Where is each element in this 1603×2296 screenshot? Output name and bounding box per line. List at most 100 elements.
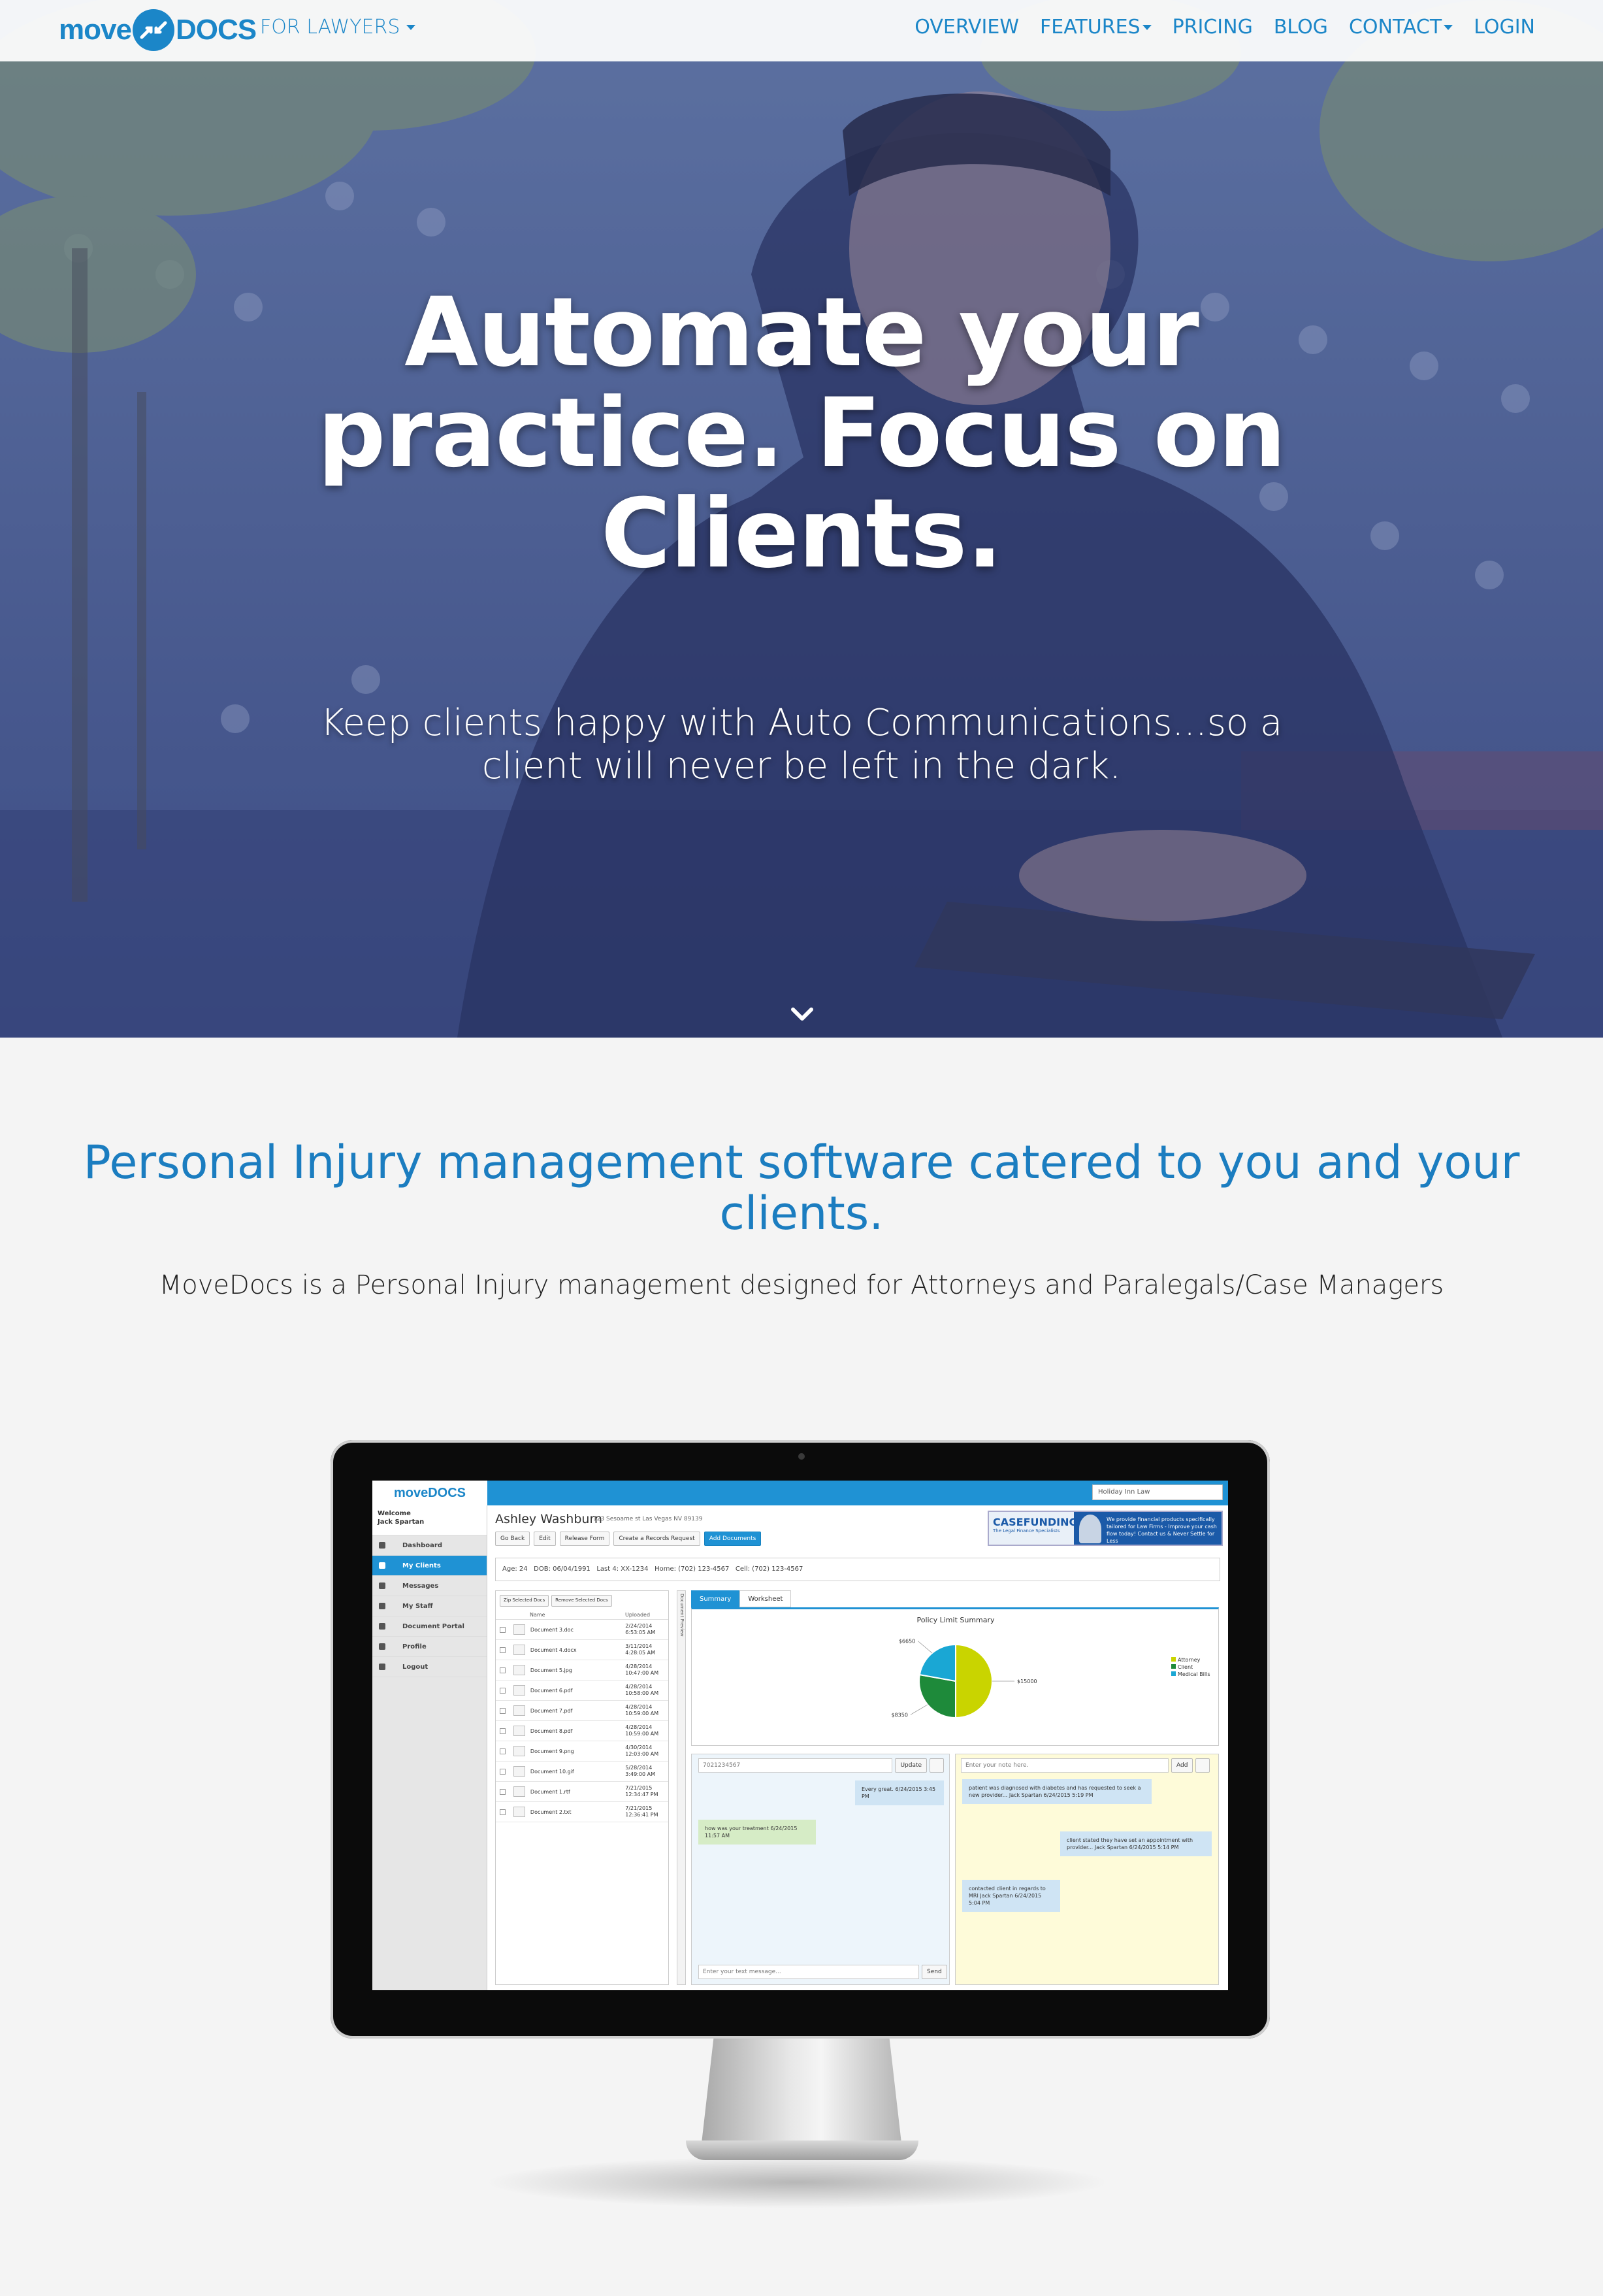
sidebar-item-document-portal[interactable]: Document Portal (372, 1616, 487, 1637)
document-date: 4/28/2014 10:59:00 AM (625, 1704, 659, 1716)
table-row[interactable]: Document 10.gif 5/28/2014 3:49:00 AM (496, 1762, 668, 1782)
document-name[interactable]: Document 8.pdf (530, 1728, 625, 1734)
pie-slice[interactable] (918, 1673, 956, 1719)
hero-subtitle-line: client will never be left in the dark. (481, 745, 1122, 787)
search-icon[interactable] (513, 1624, 525, 1635)
document-name[interactable]: Document 3.doc (530, 1627, 625, 1633)
firm-select[interactable]: Holiday Inn Law (1092, 1484, 1223, 1500)
tab-worksheet[interactable]: Worksheet (739, 1590, 792, 1607)
release-form-button[interactable]: Release Form (559, 1532, 610, 1546)
legend-swatch (1171, 1657, 1176, 1662)
document-name[interactable]: Document 5.jpg (530, 1667, 625, 1673)
client-address: 123 Sesoame st Las Vegas NV 89139 (593, 1516, 703, 1522)
chat-input[interactable]: Enter your text message... (698, 1965, 919, 1979)
app-logo[interactable]: moveDOCS (372, 1481, 487, 1505)
table-row[interactable]: Document 6.pdf 4/28/2014 10:58:00 AM (496, 1681, 668, 1701)
sidebar-item-messages[interactable]: Messages (372, 1576, 487, 1596)
row-checkbox[interactable] (500, 1626, 506, 1633)
search-icon[interactable] (513, 1786, 525, 1797)
document-name[interactable]: Document 7.pdf (530, 1708, 625, 1714)
document-name[interactable]: Document 6.pdf (530, 1688, 625, 1694)
client-name: Ashley Washburn (495, 1512, 602, 1526)
pie-label: $6650 (899, 1639, 915, 1645)
refresh-icon[interactable] (930, 1758, 944, 1773)
pie-slice[interactable] (918, 1643, 956, 1682)
table-row[interactable]: Document 9.png 4/30/2014 12:03:00 AM (496, 1741, 668, 1762)
document-name[interactable]: Document 1.rtf (530, 1789, 625, 1795)
sidebar-item-logout[interactable]: Logout (372, 1657, 487, 1677)
logo[interactable]: move DOCS (59, 7, 257, 54)
table-row[interactable]: Document 4.docx 3/11/2014 4:28:05 AM (496, 1640, 668, 1660)
document-preview-handle[interactable]: Document Preview (677, 1590, 686, 1985)
table-row[interactable]: Document 5.jpg 4/28/2014 10:47:00 AM (496, 1660, 668, 1681)
document-name[interactable]: Document 10.gif (530, 1769, 625, 1775)
search-icon[interactable] (513, 1766, 525, 1777)
search-icon[interactable] (513, 1685, 525, 1696)
chat-bubble-incoming: Every great. 6/24/2015 3:45 PM (855, 1780, 944, 1805)
nav-label: PRICING (1172, 16, 1253, 39)
documents-actions: Zip Selected Docs Remove Selected Docs (496, 1591, 668, 1611)
go-back-button[interactable]: Go Back (495, 1532, 530, 1546)
row-checkbox[interactable] (500, 1768, 506, 1775)
note-input[interactable]: Enter your note here. (961, 1758, 1169, 1773)
nav-features[interactable]: FEATURES (1040, 16, 1152, 39)
row-checkbox[interactable] (500, 1667, 506, 1673)
nav-login[interactable]: LOGIN (1474, 16, 1535, 39)
zip-docs-button[interactable]: Zip Selected Docs (500, 1595, 549, 1607)
table-row[interactable]: Document 8.pdf 4/28/2014 10:59:00 AM (496, 1721, 668, 1741)
records-request-button[interactable]: Create a Records Request (613, 1532, 700, 1546)
search-icon[interactable] (513, 1726, 525, 1736)
tab-summary[interactable]: Summary (691, 1590, 740, 1607)
logo-arrows-icon (132, 9, 174, 51)
sidebar-item-dashboard[interactable]: Dashboard (372, 1535, 487, 1556)
refresh-icon[interactable] (1195, 1758, 1210, 1773)
search-icon[interactable] (513, 1807, 525, 1817)
search-icon[interactable] (513, 1705, 525, 1716)
add-documents-button[interactable]: Add Documents (704, 1532, 762, 1546)
table-row[interactable]: Document 1.rtf 7/21/2015 12:34:47 PM (496, 1782, 668, 1802)
for-lawyers-dropdown[interactable]: FOR LAWYERS (260, 16, 416, 39)
table-row[interactable]: Document 3.doc 2/24/2014 6:53:05 AM (496, 1620, 668, 1640)
sidebar-item-label: Logout (402, 1663, 429, 1671)
chevron-down-icon[interactable] (790, 1006, 814, 1023)
send-button[interactable]: Send (922, 1965, 947, 1979)
remove-docs-button[interactable]: Remove Selected Docs (551, 1595, 612, 1607)
row-checkbox[interactable] (500, 1809, 506, 1815)
search-icon[interactable] (513, 1746, 525, 1756)
nav-blog[interactable]: BLOG (1274, 16, 1328, 39)
document-name[interactable]: Document 4.docx (530, 1647, 625, 1653)
select-all-checkbox[interactable] (500, 1612, 530, 1618)
nav-label: OVERVIEW (915, 16, 1020, 39)
row-checkbox[interactable] (500, 1788, 506, 1795)
client-ssn-last4: Last 4: XX-1234 (596, 1566, 649, 1573)
sidebar-item-profile[interactable]: Profile (372, 1637, 487, 1657)
document-name[interactable]: Document 2.txt (530, 1809, 625, 1815)
document-name[interactable]: Document 9.png (530, 1748, 625, 1754)
table-row[interactable]: Document 7.pdf 4/28/2014 10:59:00 AM (496, 1701, 668, 1721)
pie-slice[interactable] (955, 1643, 993, 1719)
caret-down-icon (1142, 24, 1152, 30)
phone-input[interactable]: 7021234567 (698, 1758, 893, 1773)
sidebar-item-my-staff[interactable]: My Staff (372, 1596, 487, 1616)
edit-button[interactable]: Edit (534, 1532, 556, 1546)
hero-title-line: Clients. (600, 478, 1003, 589)
nav-label: LOGIN (1474, 16, 1535, 39)
nav-contact[interactable]: CONTACT (1349, 16, 1453, 39)
add-note-button[interactable]: Add (1171, 1758, 1193, 1773)
for-lawyers-label: FOR LAWYERS (260, 16, 400, 39)
document-date: 4/28/2014 10:59:00 AM (625, 1724, 659, 1737)
update-button[interactable]: Update (895, 1758, 928, 1773)
hero-title-line: Automate your (404, 277, 1199, 388)
row-checkbox[interactable] (500, 1707, 506, 1714)
nav-overview[interactable]: OVERVIEW (915, 16, 1019, 39)
row-checkbox[interactable] (500, 1748, 506, 1754)
row-checkbox[interactable] (500, 1647, 506, 1653)
nav-pricing[interactable]: PRICING (1173, 16, 1253, 39)
search-icon[interactable] (513, 1665, 525, 1675)
search-icon[interactable] (513, 1645, 525, 1655)
casefunding-ad[interactable]: CASEFUNDING The Legal Finance Specialist… (988, 1511, 1223, 1546)
row-checkbox[interactable] (500, 1687, 506, 1694)
sidebar-item-my-clients[interactable]: My Clients (372, 1556, 487, 1576)
table-row[interactable]: Document 2.txt 7/21/2015 12:36:41 PM (496, 1802, 668, 1822)
row-checkbox[interactable] (500, 1728, 506, 1734)
